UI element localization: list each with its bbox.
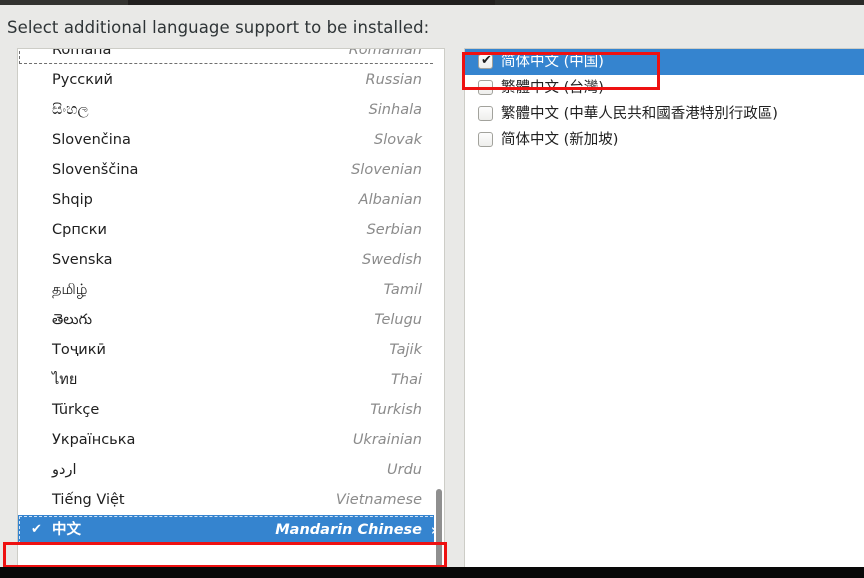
language-native-name: தமிழ்: [52, 282, 88, 298]
checkbox-unchecked-icon[interactable]: [478, 106, 493, 121]
language-english-name: Albanian: [358, 192, 422, 208]
language-variant-scroll-area: ✔ 简体中文 (中国) 繁體中文 (台灣) 繁體中文 (中華人民共和國香港特別行政區)…: [465, 49, 864, 153]
language-english-name: Ukrainian: [352, 432, 422, 448]
checkbox-unchecked-icon[interactable]: [478, 80, 493, 95]
language-native-name: Svenska: [52, 252, 113, 268]
variant-row[interactable]: 繁體中文 (中華人民共和國香港特別行政區): [465, 101, 864, 127]
language-row[interactable]: ✔中文Mandarin Chinese›: [18, 515, 444, 545]
checkbox-unchecked-icon[interactable]: [478, 132, 493, 147]
language-row-checkmark-icon: ✔: [31, 522, 42, 537]
variant-label: 繁體中文 (中華人民共和國香港特別行政區): [501, 106, 778, 122]
language-native-name: ไทย: [52, 372, 78, 388]
language-english-name: Slovenian: [351, 162, 422, 178]
language-row[interactable]: తెలుగు Telugu: [18, 305, 444, 335]
language-native-name: Slovenščina: [52, 162, 139, 178]
language-variant-list[interactable]: ✔ 简体中文 (中国) 繁體中文 (台灣) 繁體中文 (中華人民共和國香港特別行政區)…: [464, 48, 864, 568]
language-native-name: Српски: [52, 222, 107, 238]
language-native-name: Türkçe: [52, 402, 100, 418]
language-english-name: Romanian: [348, 48, 422, 58]
language-english-name: Urdu: [387, 462, 422, 478]
installer-language-screen: Select additional language support to be…: [0, 0, 864, 578]
language-english-name: Slovak: [374, 132, 422, 148]
bottom-chrome-bar: [0, 567, 864, 578]
language-row[interactable]: Türkçe Turkish: [18, 395, 444, 425]
language-row[interactable]: Српски Serbian: [18, 215, 444, 245]
language-row[interactable]: Svenska Swedish: [18, 245, 444, 275]
language-row[interactable]: Română Romanian: [18, 48, 444, 65]
variant-row[interactable]: ✔ 简体中文 (中国): [465, 49, 864, 75]
language-native-name: Тоҷикӣ: [52, 342, 106, 358]
language-row[interactable]: Shqip Albanian: [18, 185, 444, 215]
language-native-name: Shqip: [52, 192, 93, 208]
language-native-name: Slovenčina: [52, 132, 131, 148]
language-native-name: తెలుగు: [52, 312, 93, 328]
language-row[interactable]: Українська Ukrainian: [18, 425, 444, 455]
language-english-name: Tajik: [389, 342, 422, 358]
language-native-name: Română: [52, 48, 112, 58]
language-english-name: Turkish: [370, 402, 422, 418]
language-native-name: සිංහල: [52, 102, 89, 118]
language-row[interactable]: اردو Urdu: [18, 455, 444, 485]
top-chrome-segment-mid: [128, 0, 495, 5]
language-list-scrollbar-track[interactable]: [434, 49, 444, 568]
language-list[interactable]: Română Romanian Русский Russian සිංහල Sinhala…: [17, 48, 445, 568]
variant-label: 繁體中文 (台灣): [501, 80, 604, 96]
variant-label: 简体中文 (中国): [501, 54, 604, 70]
language-english-name: Russian: [365, 72, 422, 88]
language-native-name: Tiếng Việt: [52, 492, 125, 508]
language-row[interactable]: Тоҷикӣ Tajik: [18, 335, 444, 365]
language-native-name: اردو: [52, 462, 77, 478]
language-row[interactable]: ไทย Thai: [18, 365, 444, 395]
variant-row[interactable]: 繁體中文 (台灣): [465, 75, 864, 101]
variant-row[interactable]: 简体中文 (新加坡): [465, 127, 864, 153]
language-english-name: Serbian: [366, 222, 422, 238]
language-list-scrollbar-thumb[interactable]: [436, 489, 442, 568]
language-english-name: Tamil: [383, 282, 422, 298]
checkbox-checked-icon[interactable]: ✔: [478, 53, 493, 69]
checkmark-icon: ✔: [481, 53, 492, 68]
language-native-name: Русский: [52, 72, 113, 88]
top-chrome-bar: [0, 0, 864, 5]
language-english-name: Telugu: [374, 312, 422, 328]
language-row[interactable]: Slovenščina Slovenian: [18, 155, 444, 185]
language-row[interactable]: සිංහල Sinhala: [18, 95, 444, 125]
language-native-name: Українська: [52, 432, 136, 448]
top-chrome-segment-left: [0, 0, 128, 5]
language-english-name: Thai: [391, 372, 422, 388]
language-row[interactable]: தமிழ் Tamil: [18, 275, 444, 305]
language-row[interactable]: Русский Russian: [18, 65, 444, 95]
language-english-name: Mandarin Chinese: [275, 522, 422, 538]
language-list-scroll-area: Română Romanian Русский Russian සිංහල Sinhala…: [18, 48, 444, 545]
page-title: Select additional language support to be…: [7, 18, 430, 37]
language-native-name: 中文: [52, 522, 81, 538]
variant-label: 简体中文 (新加坡): [501, 132, 619, 148]
language-row[interactable]: Tiếng Việt Vietnamese: [18, 485, 444, 515]
language-english-name: Vietnamese: [335, 492, 422, 508]
language-row[interactable]: Slovenčina Slovak: [18, 125, 444, 155]
language-english-name: Sinhala: [368, 102, 422, 118]
language-english-name: Swedish: [362, 252, 422, 268]
